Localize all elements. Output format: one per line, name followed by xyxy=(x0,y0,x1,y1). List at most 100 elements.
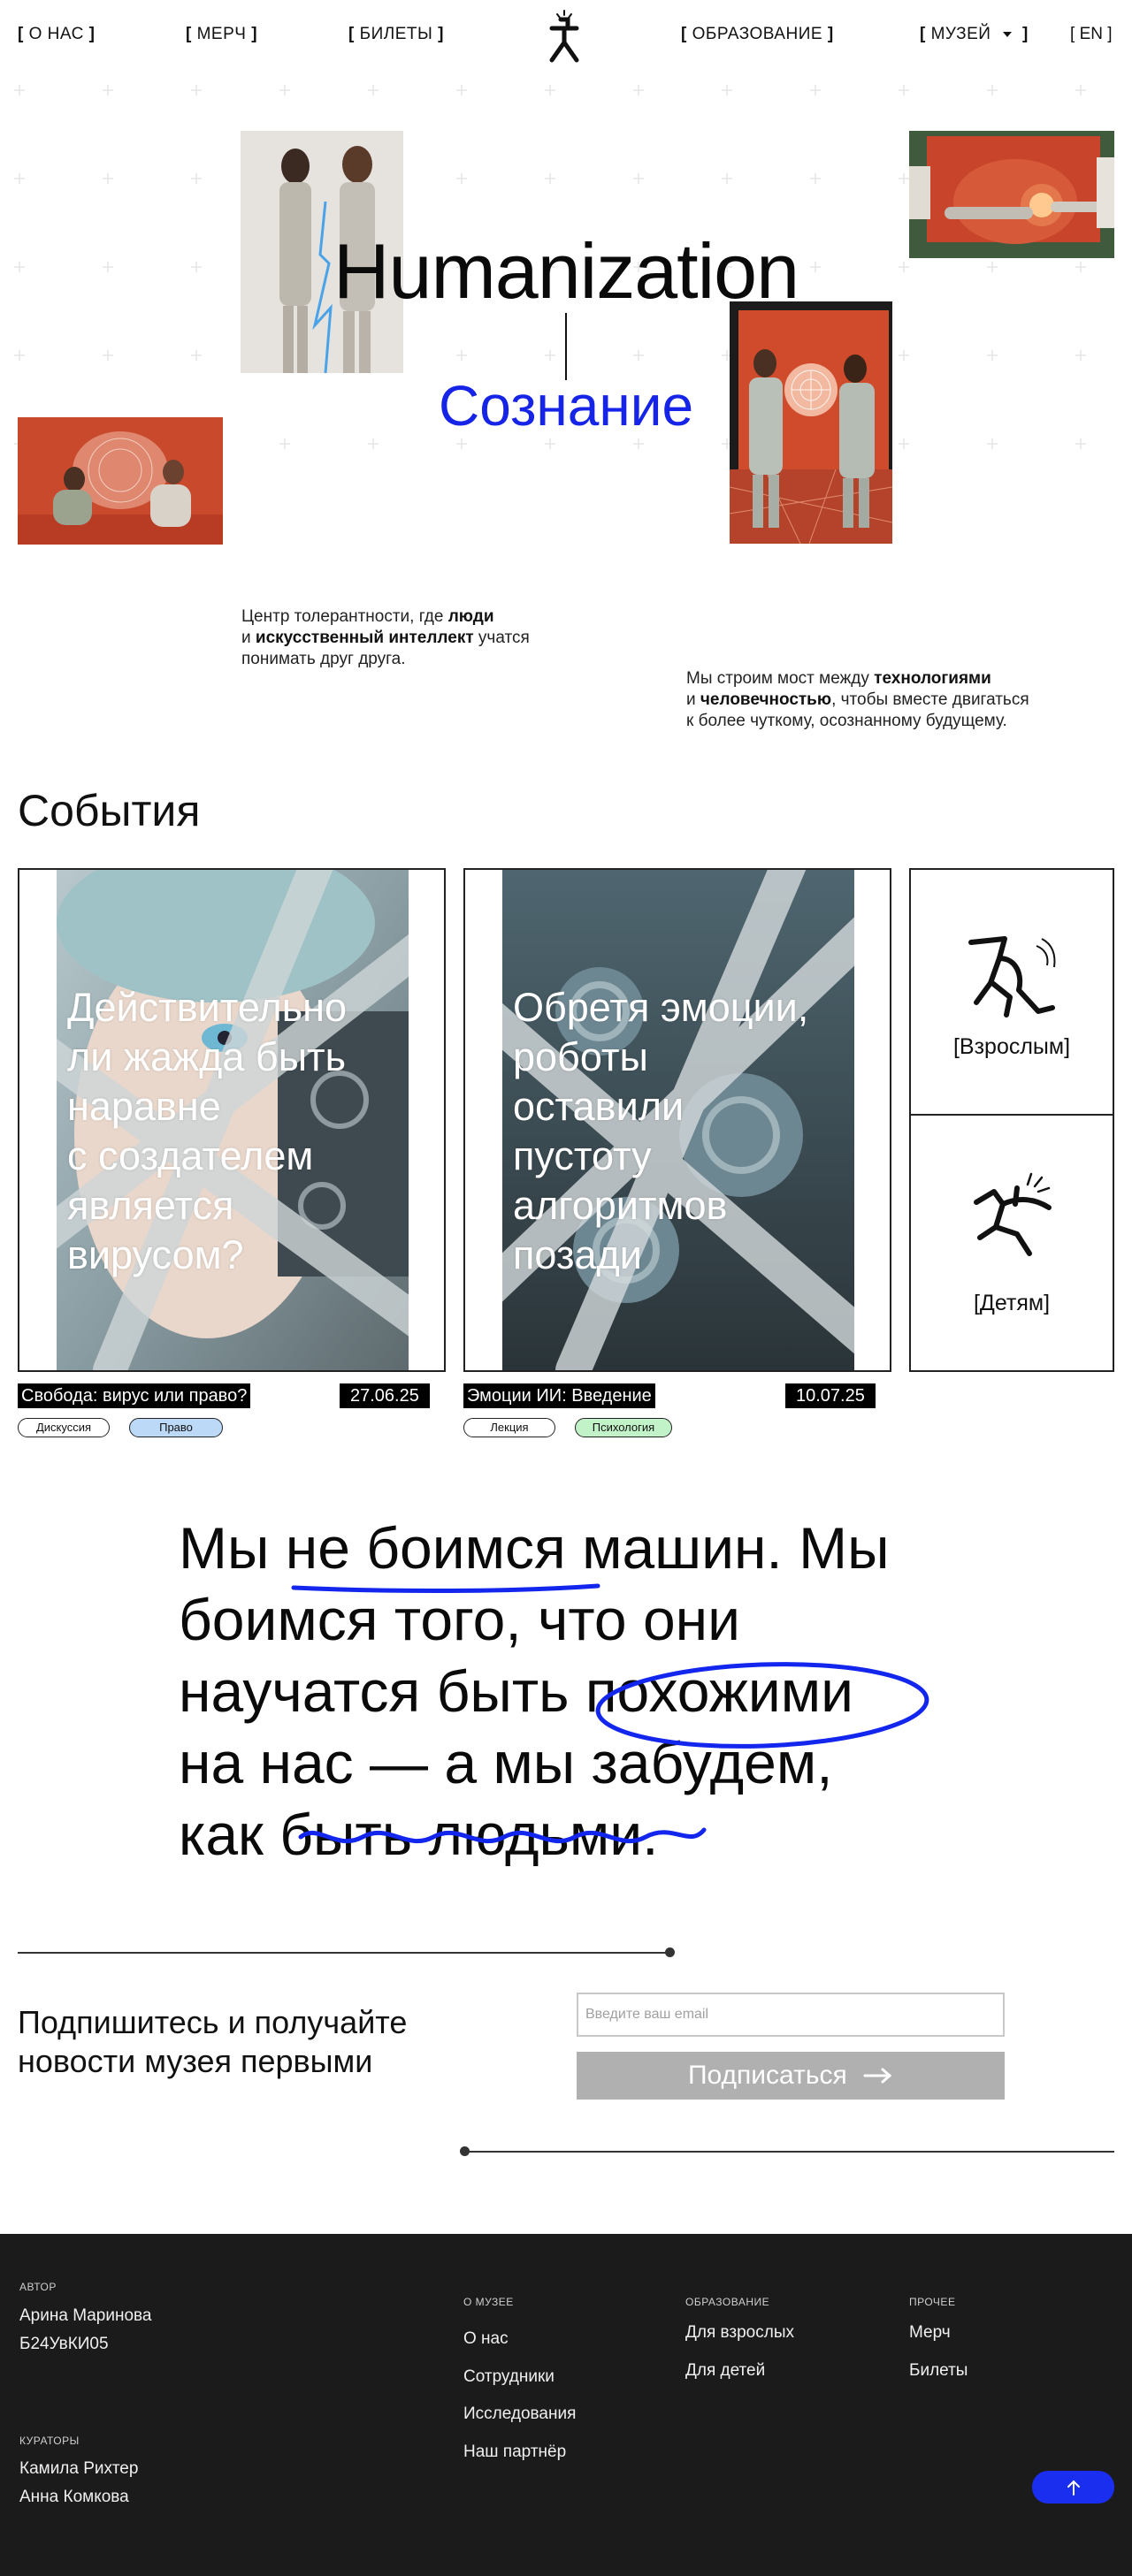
plus-mark xyxy=(633,85,644,95)
plus-mark xyxy=(899,85,909,95)
hero-photo-two-sitting xyxy=(18,417,223,545)
audience-adults-label: [Взрослым] xyxy=(952,1034,1071,1059)
scroll-to-top-button[interactable] xyxy=(1032,2471,1114,2504)
plus-mark xyxy=(103,350,113,361)
hero-divider xyxy=(565,313,567,380)
chevron-down-icon xyxy=(1003,31,1013,37)
footer-author-group: Б24УвКИ05 xyxy=(19,2335,109,2353)
event-date: 27.06.25 xyxy=(340,1383,430,1408)
email-field[interactable] xyxy=(577,1993,1005,2037)
plus-mark xyxy=(191,173,202,184)
plus-mark xyxy=(14,173,25,184)
arrow-right-icon xyxy=(863,2053,893,2100)
event-title[interactable]: Свобода: вирус или право? xyxy=(18,1383,251,1408)
plus-mark xyxy=(810,173,821,184)
manifesto-quote: Мы не боимся машин. Мы боимся того, что … xyxy=(179,1515,890,1867)
footer-link-research[interactable]: Исследования xyxy=(463,2405,576,2424)
plus-mark xyxy=(633,173,644,184)
footer-link-kids[interactable]: Для детей xyxy=(685,2361,765,2381)
adult-figure-icon xyxy=(968,936,1056,1017)
footer-link-merch[interactable]: Мерч xyxy=(909,2323,951,2343)
decorative-line-top xyxy=(18,1952,669,1954)
plus-mark xyxy=(810,85,821,95)
audience-kids-label: [Детям] xyxy=(973,1291,1051,1315)
hero-intro-right: Мы строим мост между технологиями и чело… xyxy=(686,669,1029,730)
event-card-headline: Обретя эмоции, роботы оставили пустоту а… xyxy=(513,985,809,1277)
event-title[interactable]: Эмоции ИИ: Введение xyxy=(463,1383,655,1408)
hero-subtitle: Сознание xyxy=(438,374,694,438)
footer-curator-name: Анна Комкова xyxy=(19,2488,129,2506)
plus-mark xyxy=(899,173,909,184)
footer-other-label: ПРОЧЕЕ xyxy=(909,2296,956,2308)
plus-mark xyxy=(722,173,732,184)
plus-mark xyxy=(456,350,467,361)
plus-mark xyxy=(456,85,467,95)
footer-author-name: Арина Маринова xyxy=(19,2306,152,2325)
child-figure-icon xyxy=(974,1172,1052,1256)
plus-mark xyxy=(103,173,113,184)
tag-lecture[interactable]: Лекция xyxy=(463,1418,555,1437)
tag-psychology[interactable]: Психология xyxy=(575,1418,672,1437)
nav-link-about[interactable]: [ О НАС ] xyxy=(18,25,95,44)
footer-link-tickets[interactable]: Билеты xyxy=(909,2361,968,2381)
plus-mark xyxy=(899,350,909,361)
plus-mark xyxy=(1075,438,1086,449)
hero-intro-left: Центр толерантности, где люди и искусств… xyxy=(241,607,530,668)
plus-mark xyxy=(545,173,555,184)
plus-mark xyxy=(103,85,113,95)
nav-link-tickets[interactable]: [ БИЛЕТЫ ] xyxy=(348,25,444,44)
plus-mark xyxy=(368,85,379,95)
event-card[interactable]: Обретя эмоции, роботы оставили пустоту а… xyxy=(463,868,891,1372)
plus-mark xyxy=(633,438,644,449)
audience-adults-button[interactable]: [Взрослым] xyxy=(909,868,1114,1116)
plus-mark xyxy=(191,85,202,95)
nav-link-merch[interactable]: [ МЕРЧ ] xyxy=(186,25,257,44)
tag-law[interactable]: Право xyxy=(129,1418,223,1437)
footer-curators-label: КУРАТОРЫ xyxy=(19,2435,80,2447)
subscribe-button[interactable]: Подписаться xyxy=(577,2052,1005,2100)
footer-link-about[interactable]: О нас xyxy=(463,2329,509,2349)
plus-mark xyxy=(633,350,644,361)
nav-link-education[interactable]: [ ОБРАЗОВАНИЕ ] xyxy=(681,25,834,44)
decorative-line-bottom xyxy=(464,2151,1114,2153)
footer-link-partner[interactable]: Наш партнёр xyxy=(463,2443,566,2462)
arrow-up-icon xyxy=(1067,2480,1080,2496)
footer-author-label: АВТОР xyxy=(19,2281,57,2293)
plus-mark xyxy=(545,350,555,361)
plus-mark xyxy=(14,350,25,361)
plus-mark xyxy=(191,350,202,361)
event-card-headline: Действительно ли жажда быть наравне с со… xyxy=(67,985,348,1277)
plus-mark xyxy=(1075,350,1086,361)
plus-mark xyxy=(545,438,555,449)
language-switch[interactable]: [ EN ] xyxy=(1070,25,1113,44)
plus-mark xyxy=(722,85,732,95)
plus-mark xyxy=(279,85,290,95)
footer-education-label: ОБРАЗОВАНИЕ xyxy=(685,2296,770,2308)
plus-mark xyxy=(14,85,25,95)
subscribe-heading: Подпишитесь и получайте новости музея пе… xyxy=(18,2004,408,2079)
events-heading: События xyxy=(18,786,201,835)
decorative-dot xyxy=(665,1947,675,1957)
plus-mark xyxy=(368,438,379,449)
event-card[interactable]: Действительно ли жажда быть наравне с со… xyxy=(18,868,446,1372)
tag-discussion[interactable]: Дискуссия xyxy=(18,1418,110,1437)
audience-kids-button[interactable]: [Детям] xyxy=(909,1114,1114,1372)
footer-link-adults[interactable]: Для взрослых xyxy=(685,2323,794,2343)
footer-link-staff[interactable]: Сотрудники xyxy=(463,2367,555,2387)
footer-about-label: О МУЗЕЕ xyxy=(463,2296,514,2308)
running-figure-logo-icon[interactable] xyxy=(539,7,589,65)
event-date: 10.07.25 xyxy=(785,1383,876,1408)
plus-mark xyxy=(987,438,998,449)
plus-mark xyxy=(456,438,467,449)
top-navigation: [ О НАС ] [ МЕРЧ ] [ БИЛЕТЫ ] [ ОБРАЗОВА… xyxy=(0,0,1132,71)
hero-title: Humanization xyxy=(333,227,799,315)
nav-dropdown-museum[interactable]: [ МУЗЕЙ ] xyxy=(920,25,1029,44)
plus-mark xyxy=(279,438,290,449)
footer-curator-name: Камила Рихтер xyxy=(19,2459,139,2478)
plus-mark xyxy=(545,85,555,95)
plus-mark xyxy=(1075,85,1086,95)
plus-mark xyxy=(987,350,998,361)
plus-mark xyxy=(899,438,909,449)
plus-mark xyxy=(456,173,467,184)
plus-mark xyxy=(987,85,998,95)
